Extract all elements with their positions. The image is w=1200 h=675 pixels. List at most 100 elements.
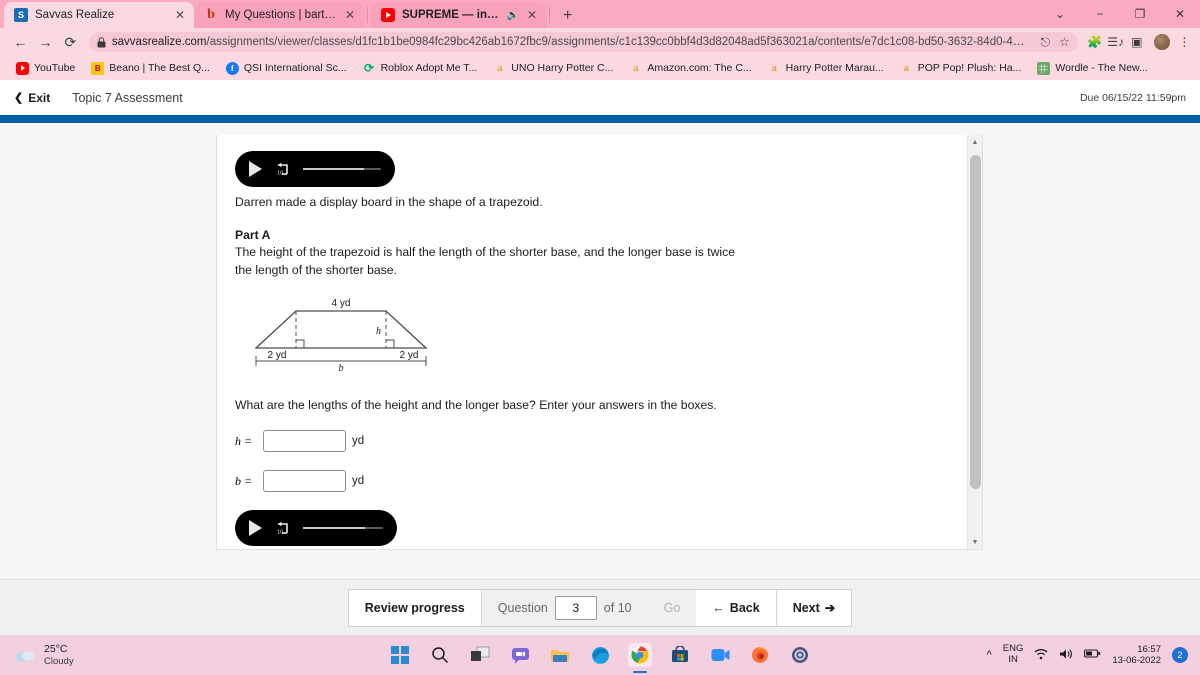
beano-icon: B (91, 61, 105, 75)
replay-10-icon[interactable]: 10 (274, 520, 291, 537)
audio-progress-slider[interactable] (303, 527, 383, 530)
browser-tab-youtube[interactable]: SUPREME — intelligence + p 🔈 ✕ (371, 2, 546, 28)
exit-button[interactable]: ❮ Exit (14, 91, 50, 105)
question-card: 10 Darren made a display board in the sh… (216, 135, 983, 550)
bookmark-beano[interactable]: B Beano | The Best Q... (83, 61, 218, 75)
replay-10-icon[interactable]: 10 (274, 161, 291, 178)
reload-icon[interactable]: ⟳ (58, 29, 83, 55)
tab-title: My Questions | bartleby (225, 9, 337, 21)
bookmark-roblox[interactable]: ⟳ Roblox Adopt Me T... (355, 61, 486, 75)
review-progress-button[interactable]: Review progress (349, 589, 482, 626)
back-icon[interactable]: ← (8, 29, 33, 55)
audio-progress-fill (303, 527, 366, 530)
close-icon[interactable]: ✕ (526, 9, 538, 21)
file-explorer-icon[interactable] (548, 643, 572, 667)
svg-text:10: 10 (277, 170, 283, 176)
battery-icon[interactable] (1084, 648, 1101, 662)
chevron-down-icon[interactable]: ⌄ (1040, 0, 1080, 28)
answer-input-b[interactable] (263, 470, 346, 493)
scroll-down-arrow-icon[interactable]: ▼ (968, 535, 982, 549)
assessment-bottom-nav: Review progress Question 3 of 10 Go ← Ba… (0, 579, 1200, 635)
review-progress-label: Review progress (364, 600, 465, 615)
volume-icon[interactable] (1059, 648, 1073, 663)
answer-input-h[interactable] (263, 430, 346, 453)
star-icon[interactable]: ☆ (1059, 35, 1070, 49)
chrome-icon[interactable] (628, 643, 652, 673)
audio-player-part-b[interactable]: 10 (235, 510, 397, 547)
reading-list-icon[interactable]: ☰♪ (1105, 35, 1126, 49)
question-label: Question (497, 600, 548, 615)
question-number-input[interactable]: 3 (554, 595, 597, 620)
bookmark-uno[interactable]: a UNO Harry Potter C... (485, 62, 621, 75)
address-bar[interactable]: savvasrealize.com/assignments/viewer/cla… (88, 32, 1078, 52)
wifi-icon[interactable] (1034, 648, 1048, 663)
amazon-icon: a (633, 62, 639, 74)
content-scrollbar[interactable]: ▲ ▼ (967, 135, 982, 549)
amazon-icon: a (903, 62, 909, 74)
scrollbar-thumb[interactable] (970, 155, 981, 489)
forward-icon[interactable]: → (33, 29, 58, 55)
language-indicator[interactable]: ENG IN (1003, 643, 1024, 666)
chrome-menu-icon[interactable]: ⋮ (1177, 35, 1192, 49)
clock-time: 16:57 (1137, 643, 1161, 655)
part-a-label: Part A (235, 227, 271, 242)
back-button[interactable]: ← Back (696, 589, 777, 626)
go-button[interactable]: Go (647, 589, 697, 626)
edge-icon[interactable] (588, 643, 612, 667)
scroll-up-arrow-icon[interactable]: ▲ (968, 135, 982, 149)
close-icon[interactable]: ✕ (174, 9, 186, 21)
bookmark-wordle[interactable]: Wordle - The New... (1029, 61, 1155, 75)
chat-icon[interactable] (508, 643, 532, 667)
profile-avatar[interactable] (1154, 34, 1170, 50)
bookmark-amazon[interactable]: a Amazon.com: The C... (621, 62, 759, 75)
minimize-button[interactable]: − (1080, 0, 1120, 28)
audio-player-part-a[interactable]: 10 (235, 151, 395, 187)
play-icon[interactable] (249, 161, 262, 177)
bookmark-pop[interactable]: a POP Pop! Plush: Ha... (892, 62, 1030, 75)
close-icon[interactable]: ✕ (344, 9, 356, 21)
task-view-icon[interactable] (468, 643, 492, 667)
notification-badge[interactable]: 2 (1172, 647, 1188, 663)
microsoft-store-icon[interactable] (668, 643, 692, 667)
close-window-button[interactable]: ✕ (1160, 0, 1200, 28)
firefox-icon[interactable] (748, 643, 772, 667)
bookmark-qsi[interactable]: f QSI International Sc... (218, 61, 355, 75)
zoom-icon[interactable] (708, 643, 732, 667)
weather-text: 25°C Cloudy (44, 643, 74, 667)
next-label: Next (792, 600, 820, 615)
cloud-icon (14, 647, 36, 663)
svg-text:2 yd: 2 yd (400, 350, 419, 361)
browser-tab-savvas[interactable]: S Savvas Realize ✕ (4, 2, 194, 28)
new-tab-button[interactable]: + (563, 8, 572, 24)
answer-row-b: b = yd (235, 470, 962, 493)
extensions-icon[interactable]: 🧩 (1084, 35, 1105, 49)
omnibox-actions: ⎋ ☆ (1033, 35, 1070, 50)
maximize-button[interactable]: ❐ (1120, 0, 1160, 28)
clock[interactable]: 16:57 13-06-2022 (1112, 644, 1161, 667)
bookmark-marauder[interactable]: a Harry Potter Marau... (760, 62, 892, 75)
browser-tab-bartleby[interactable]: b My Questions | bartleby ✕ (194, 2, 364, 28)
mute-tab-icon[interactable]: 🔈 (507, 10, 519, 21)
next-button[interactable]: Next ➔ (777, 590, 852, 626)
svg-text:10: 10 (277, 529, 283, 535)
search-icon[interactable] (428, 643, 452, 667)
bookmark-label: POP Pop! Plush: Ha... (917, 62, 1022, 74)
next-arrow-icon: ➔ (824, 601, 836, 615)
browser-toolbar: ← → ⟳ savvasrealize.com/assignments/view… (0, 28, 1200, 56)
weather-temperature: 25°C (44, 643, 68, 655)
tab-strip: S Savvas Realize ✕ b My Questions | bart… (0, 0, 1200, 28)
bookmark-youtube[interactable]: YouTube (8, 61, 83, 75)
audio-progress-fill (303, 168, 364, 170)
chevron-up-icon[interactable]: ^ (987, 649, 992, 661)
answer-variable-b: b = (235, 473, 253, 488)
share-icon[interactable]: ⎋ (1041, 35, 1051, 50)
tab-divider (367, 7, 368, 23)
audio-progress-slider[interactable] (303, 168, 381, 170)
accent-bar (0, 115, 1200, 123)
start-icon[interactable] (388, 643, 412, 667)
webex-icon[interactable] (788, 643, 812, 667)
bookmark-label: QSI International Sc... (243, 62, 347, 74)
play-icon[interactable] (249, 520, 262, 537)
weather-widget[interactable]: 25°C Cloudy (0, 643, 74, 667)
side-panel-icon[interactable]: ▣ (1126, 35, 1147, 49)
